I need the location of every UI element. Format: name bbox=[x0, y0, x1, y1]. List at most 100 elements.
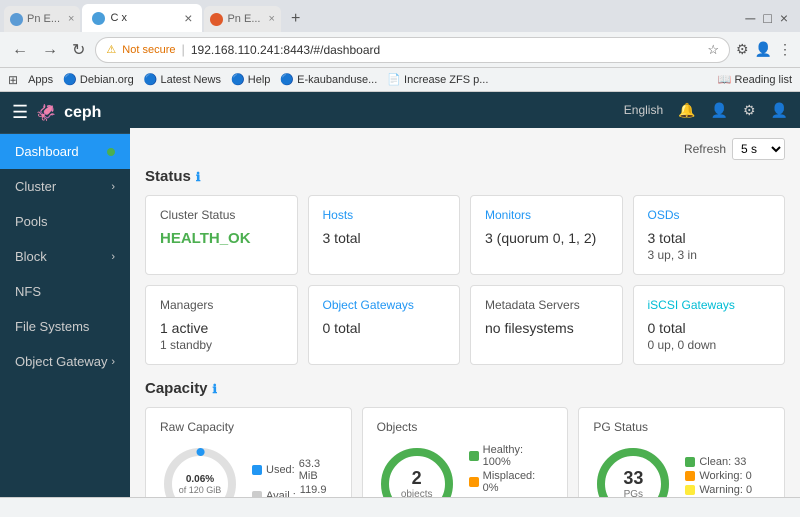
cluster-arrow-icon: › bbox=[111, 181, 115, 193]
sidebar-item-objectgateway[interactable]: Object Gateway › bbox=[0, 344, 130, 379]
capacity-info-icon[interactable]: ℹ bbox=[213, 382, 218, 396]
cluster-status-card: Cluster Status HEALTH_OK bbox=[145, 195, 298, 275]
bell-icon[interactable]: 🔔 bbox=[678, 102, 695, 119]
managers-sub: 1 standby bbox=[160, 338, 283, 352]
hosts-card: Hosts 3 total bbox=[308, 195, 461, 275]
sidebar-objectgateway-label: Object Gateway bbox=[15, 354, 108, 369]
hosts-title[interactable]: Hosts bbox=[323, 208, 446, 222]
raw-donut-container: 0.06% of 120 GiB bbox=[160, 444, 240, 497]
minimize-button[interactable]: ─ bbox=[745, 10, 755, 26]
menu-icon[interactable]: ⋮ bbox=[778, 41, 792, 58]
pg-status-card: PG Status 33 PGs bbox=[578, 407, 785, 497]
sidebar-item-dashboard[interactable]: Dashboard bbox=[0, 134, 130, 169]
pg-num: 33 bbox=[623, 468, 643, 489]
app-logo: ceph bbox=[64, 104, 101, 122]
objects-healthy-legend: Healthy: 100% bbox=[469, 444, 554, 468]
monitors-title[interactable]: Monitors bbox=[485, 208, 608, 222]
sidebar-item-pools[interactable]: Pools bbox=[0, 204, 130, 239]
refresh-label: Refresh bbox=[684, 142, 726, 156]
pg-status-inner: 33 PGs Clean: 33 Working: 0 bbox=[593, 444, 770, 497]
bookmark-zfs[interactable]: 📄 Increase ZFS p... bbox=[387, 73, 488, 86]
reload-button[interactable]: ↻ bbox=[68, 38, 89, 62]
language-selector[interactable]: English bbox=[624, 103, 663, 117]
profile-icon[interactable]: 👤 bbox=[755, 41, 772, 58]
new-tab-button[interactable]: + bbox=[283, 6, 308, 32]
raw-capacity-inner: 0.06% of 120 GiB Used: 63.3 MiB bbox=[160, 444, 337, 497]
hosts-value: 3 total bbox=[323, 230, 446, 246]
user-circle-icon[interactable]: 👤 bbox=[711, 102, 728, 119]
status-info-icon[interactable]: ℹ bbox=[196, 170, 201, 184]
sidebar-item-block[interactable]: Block › bbox=[0, 239, 130, 274]
objects-legend: Healthy: 100% Misplaced: 0% Degraded: 0% bbox=[469, 444, 554, 497]
settings-icon[interactable]: ⚙ bbox=[743, 102, 756, 119]
objectgateway-arrow-icon: › bbox=[111, 356, 115, 368]
sidebar-item-filesystems[interactable]: File Systems bbox=[0, 309, 130, 344]
not-secure-label: Not secure bbox=[122, 44, 175, 56]
misplaced-dot bbox=[469, 477, 479, 487]
sidebar-item-nfs[interactable]: NFS bbox=[0, 274, 130, 309]
raw-percent: 0.06% bbox=[179, 474, 222, 485]
tab-close-prev[interactable]: × bbox=[68, 13, 74, 25]
tab-close[interactable]: × bbox=[184, 10, 192, 26]
forward-button[interactable]: → bbox=[38, 39, 62, 61]
managers-title: Managers bbox=[160, 298, 283, 312]
sidebar-filesystems-label: File Systems bbox=[15, 319, 89, 334]
bookmark-help[interactable]: 🔵 Help bbox=[231, 73, 270, 86]
tab-close-next[interactable]: × bbox=[269, 13, 275, 25]
raw-capacity-card: Raw Capacity 0.06% of 120 GiB bbox=[145, 407, 352, 497]
healthy-label: Healthy: 100% bbox=[483, 444, 554, 468]
close-button[interactable]: × bbox=[780, 10, 788, 26]
capacity-title-text: Capacity bbox=[145, 380, 208, 397]
sidebar-pools-label: Pools bbox=[15, 214, 48, 229]
osds-title[interactable]: OSDs bbox=[648, 208, 771, 222]
iscsi-gateways-card: iSCSI Gateways 0 total 0 up, 0 down bbox=[633, 285, 786, 365]
monitors-value: 3 (quorum 0, 1, 2) bbox=[485, 230, 608, 246]
objects-label: objects bbox=[401, 489, 433, 497]
address-bar[interactable]: ⚠ Not secure | 192.168.110.241:8443/#/da… bbox=[95, 37, 730, 63]
object-gateways-value: 0 total bbox=[323, 320, 446, 336]
iscsi-gateways-sub: 0 up, 0 down bbox=[648, 338, 771, 352]
apps-icon[interactable]: ⊞ bbox=[8, 73, 18, 87]
bookmark-apps[interactable]: Apps bbox=[28, 74, 53, 86]
browser-status-bar bbox=[0, 497, 800, 517]
managers-value: 1 active bbox=[160, 320, 283, 336]
reading-list[interactable]: 📖 Reading list bbox=[718, 73, 792, 86]
warning-label: Warning: 0 bbox=[699, 484, 752, 496]
pg-clean-legend: Clean: 33 bbox=[685, 456, 757, 468]
sidebar: ☰ 🦑 ceph Dashboard Cluster › Pools Block… bbox=[0, 92, 130, 497]
managers-card: Managers 1 active 1 standby bbox=[145, 285, 298, 365]
hamburger-icon[interactable]: ☰ bbox=[12, 102, 28, 123]
status-section-title: Status ℹ bbox=[145, 168, 785, 185]
security-warning: ⚠ bbox=[106, 43, 116, 56]
used-dot bbox=[252, 465, 262, 475]
refresh-select[interactable]: 5 s 10 s 30 s bbox=[732, 138, 785, 160]
misplaced-label: Misplaced: 0% bbox=[483, 470, 554, 494]
degraded-label: Degraded: 0% bbox=[483, 496, 553, 497]
bookmark-debian[interactable]: 🔵 Debian.org bbox=[63, 73, 134, 86]
active-tab[interactable]: C x × bbox=[82, 4, 202, 32]
status-cards-grid: Cluster Status HEALTH_OK Hosts 3 total M… bbox=[145, 195, 785, 365]
iscsi-gateways-title[interactable]: iSCSI Gateways bbox=[648, 298, 771, 312]
url-display: 192.168.110.241:8443/#/dashboard bbox=[191, 43, 380, 57]
sidebar-item-cluster[interactable]: Cluster › bbox=[0, 169, 130, 204]
bookmark-ekaubanduse[interactable]: 🔵 E-kaubanduse... bbox=[280, 73, 377, 86]
objects-inner: 2 objects Healthy: 100% Misplace bbox=[377, 444, 554, 497]
pg-label: PGs bbox=[623, 489, 643, 497]
back-button[interactable]: ← bbox=[8, 39, 32, 61]
account-icon[interactable]: 👤 bbox=[771, 102, 788, 119]
browser-tab-bar: Pn E... × C x × Pn E... × + ─ □ × bbox=[0, 0, 800, 32]
extensions-icon[interactable]: ⚙ bbox=[736, 41, 749, 58]
raw-capacity-title: Raw Capacity bbox=[160, 420, 337, 434]
raw-used-legend: Used: 63.3 MiB bbox=[252, 458, 337, 482]
capacity-grid: Raw Capacity 0.06% of 120 GiB bbox=[145, 407, 785, 497]
osds-sub: 3 up, 3 in bbox=[648, 248, 771, 262]
metadata-servers-title: Metadata Servers bbox=[485, 298, 608, 312]
raw-avail-legend: Avail.: 119.9 GiB bbox=[252, 484, 337, 497]
star-icon[interactable]: ☆ bbox=[707, 42, 719, 58]
pg-donut-container: 33 PGs bbox=[593, 444, 673, 497]
object-gateways-title[interactable]: Object Gateways bbox=[323, 298, 446, 312]
cluster-status-title: Cluster Status bbox=[160, 208, 283, 222]
maximize-button[interactable]: □ bbox=[763, 10, 771, 26]
clean-dot bbox=[685, 457, 695, 467]
bookmark-news[interactable]: 🔵 Latest News bbox=[144, 73, 221, 86]
